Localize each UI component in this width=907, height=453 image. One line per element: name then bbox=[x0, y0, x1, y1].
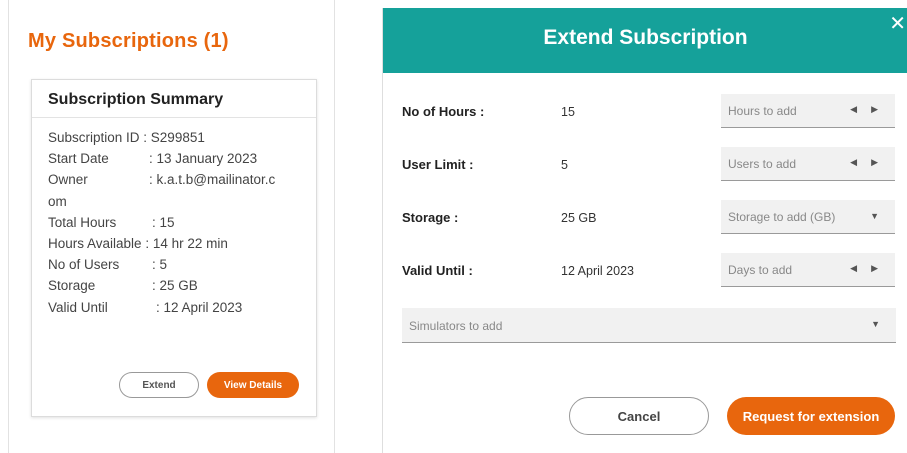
summary-label: om bbox=[48, 193, 67, 209]
storage-value: 25 GB bbox=[561, 211, 597, 225]
chevron-down-icon: ▼ bbox=[870, 211, 879, 221]
chevron-down-icon: ▼ bbox=[871, 319, 880, 329]
decrement-icon[interactable]: ◀ bbox=[850, 263, 857, 274]
hours-label: No of Hours : bbox=[402, 104, 485, 119]
hours-to-add-input[interactable]: Hours to add ◀ ▶ bbox=[721, 94, 895, 128]
request-extension-button[interactable]: Request for extension bbox=[727, 397, 895, 435]
summary-label: Owner bbox=[48, 172, 88, 188]
summary-row-total-hours: Total Hours : 15 bbox=[48, 212, 310, 233]
simulators-placeholder: Simulators to add bbox=[409, 319, 503, 333]
summary-value: : 13 January 2023 bbox=[149, 151, 258, 167]
cancel-button[interactable]: Cancel bbox=[569, 397, 709, 435]
modal-header: Extend Subscription ✕ bbox=[383, 8, 907, 73]
summary-label: No of Users bbox=[48, 257, 139, 273]
summary-label: Storage bbox=[48, 278, 137, 294]
days-to-add-input[interactable]: Days to add ◀ ▶ bbox=[721, 253, 895, 287]
summary-list: Subscription ID : S299851 Start Date : 1… bbox=[48, 127, 310, 318]
subscriptions-panel: My Subscriptions (1) Subscription Summar… bbox=[8, 0, 335, 453]
users-placeholder: Users to add bbox=[728, 157, 797, 171]
summary-value: S299851 bbox=[150, 130, 205, 145]
storage-placeholder: Storage to add (GB) bbox=[728, 210, 836, 224]
decrement-icon[interactable]: ◀ bbox=[850, 104, 857, 115]
summary-label: Total Hours bbox=[48, 214, 139, 230]
summary-row-owner: Owner : k.a.t.b@mailinator.c bbox=[48, 169, 310, 190]
decrement-icon[interactable]: ◀ bbox=[850, 157, 857, 168]
summary-value: : 25 GB bbox=[152, 278, 198, 294]
summary-value: : 14 hr 22 min bbox=[145, 236, 228, 252]
valid-until-value: 12 April 2023 bbox=[561, 264, 634, 278]
summary-row-subscription-id: Subscription ID : S299851 bbox=[48, 127, 310, 148]
view-details-button[interactable]: View Details bbox=[207, 372, 299, 398]
increment-icon[interactable]: ▶ bbox=[871, 263, 878, 274]
summary-label: Hours Available bbox=[48, 236, 146, 252]
extend-button[interactable]: Extend bbox=[119, 372, 199, 398]
summary-row-storage: Storage : 25 GB bbox=[48, 275, 310, 296]
summary-row-valid-until: Valid Until : 12 April 2023 bbox=[48, 297, 310, 318]
summary-value: : k.a.t.b@mailinator.c bbox=[149, 172, 276, 188]
extend-subscription-modal: Extend Subscription ✕ No of Hours : 15 H… bbox=[382, 8, 907, 453]
summary-row-no-of-users: No of Users : 5 bbox=[48, 254, 310, 275]
summary-value: : 5 bbox=[152, 257, 168, 273]
close-icon[interactable]: ✕ bbox=[889, 14, 906, 34]
summary-row-start-date: Start Date : 13 January 2023 bbox=[48, 148, 310, 169]
summary-row-owner-continued: om bbox=[48, 191, 310, 212]
summary-label: Valid Until bbox=[48, 299, 135, 315]
storage-to-add-select[interactable]: Storage to add (GB) ▼ bbox=[721, 200, 895, 234]
increment-icon[interactable]: ▶ bbox=[871, 104, 878, 115]
increment-icon[interactable]: ▶ bbox=[871, 157, 878, 168]
summary-label: Start Date bbox=[48, 151, 132, 167]
summary-row-hours-available: Hours Available : 14 hr 22 min bbox=[48, 233, 310, 254]
hours-value: 15 bbox=[561, 105, 575, 119]
summary-value: : 15 bbox=[152, 214, 175, 230]
user-limit-value: 5 bbox=[561, 158, 568, 172]
days-placeholder: Days to add bbox=[728, 263, 793, 277]
summary-label: Subscription ID : bbox=[48, 130, 151, 145]
modal-title: Extend Subscription bbox=[543, 26, 748, 49]
card-divider bbox=[32, 117, 316, 118]
subscription-summary-card: Subscription Summary Subscription ID : S… bbox=[31, 79, 317, 417]
simulators-to-add-select[interactable]: Simulators to add ▼ bbox=[402, 308, 896, 343]
page-title: My Subscriptions (1) bbox=[28, 30, 229, 52]
valid-until-label: Valid Until : bbox=[402, 263, 473, 278]
user-limit-label: User Limit : bbox=[402, 157, 474, 172]
summary-value: : 12 April 2023 bbox=[156, 299, 243, 315]
storage-label: Storage : bbox=[402, 210, 459, 225]
hours-placeholder: Hours to add bbox=[728, 104, 797, 118]
users-to-add-input[interactable]: Users to add ◀ ▶ bbox=[721, 147, 895, 181]
card-title: Subscription Summary bbox=[48, 91, 224, 108]
